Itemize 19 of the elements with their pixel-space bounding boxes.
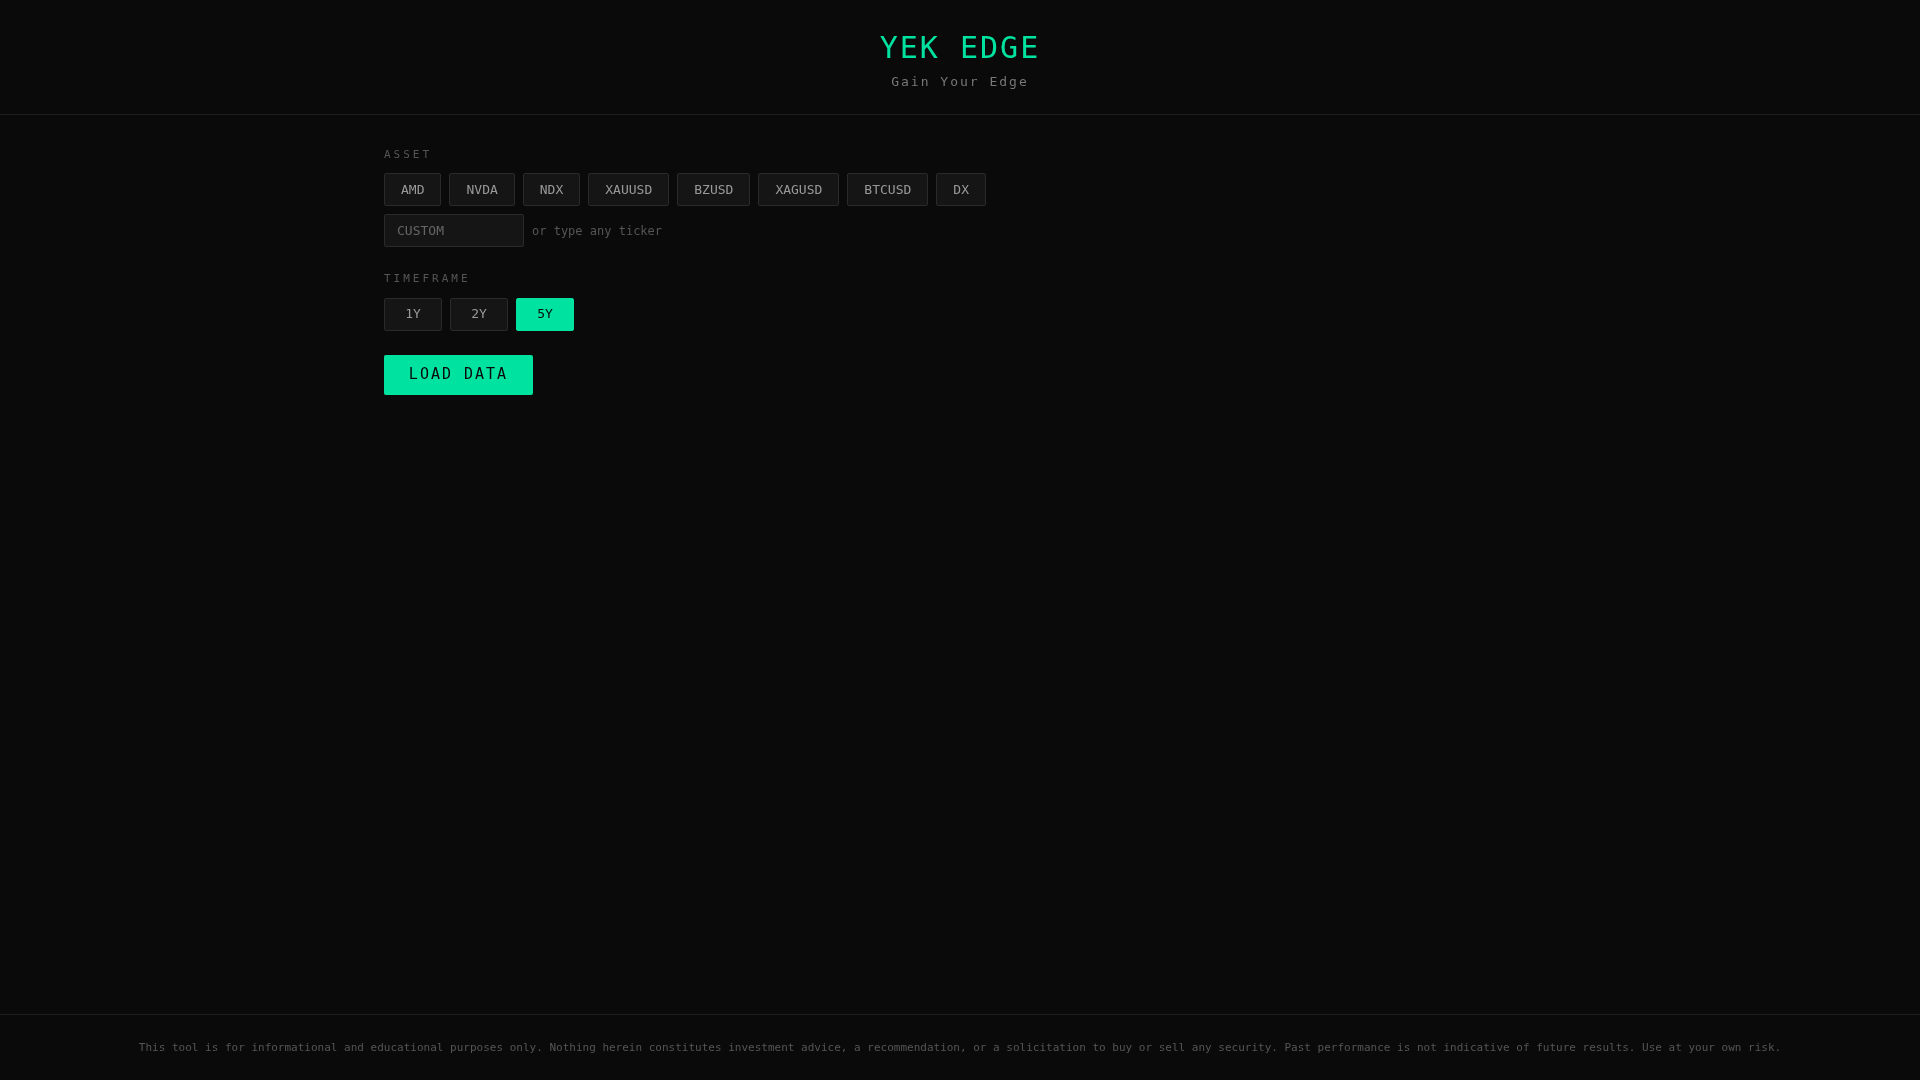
asset-option-button[interactable]: XAGUSD xyxy=(758,173,840,206)
asset-option-button[interactable]: XAUUSD xyxy=(588,173,670,206)
asset-option-button[interactable]: NVDA xyxy=(449,173,515,206)
app-title: YEK EDGE xyxy=(878,30,1042,66)
asset-option-button[interactable]: DX xyxy=(936,173,986,206)
timeframe-option-button[interactable]: 1Y xyxy=(384,297,442,331)
load-data-button[interactable]: LOAD DATA xyxy=(384,354,533,395)
app-tagline: Gain Your Edge xyxy=(890,73,1030,91)
section-label: ASSET xyxy=(384,146,434,163)
input-hint: or type any ticker xyxy=(532,222,663,240)
section-label: TIMEFRAME xyxy=(384,271,472,287)
asset-option-button[interactable]: NDX xyxy=(522,173,581,206)
timeframe-option-button[interactable]: 5Y xyxy=(516,297,574,331)
disclaimer-text: This tool is for informational and educational purposes only. Nothing herein constitutes investment advice, a recommendation, or a solicitation to buy or sell any security. Past performance is not indicative of future results. Use at your own risk. xyxy=(0,1013,1920,1080)
timeframe-option-button[interactable]: 2Y xyxy=(450,297,508,331)
asset-option-button[interactable]: BTCUSD xyxy=(847,173,929,206)
ticker-input-field[interactable]: CUSTOM xyxy=(384,214,524,247)
asset-option-button[interactable]: BZUSD xyxy=(677,173,751,206)
asset-option-button[interactable]: AMD xyxy=(384,173,442,206)
